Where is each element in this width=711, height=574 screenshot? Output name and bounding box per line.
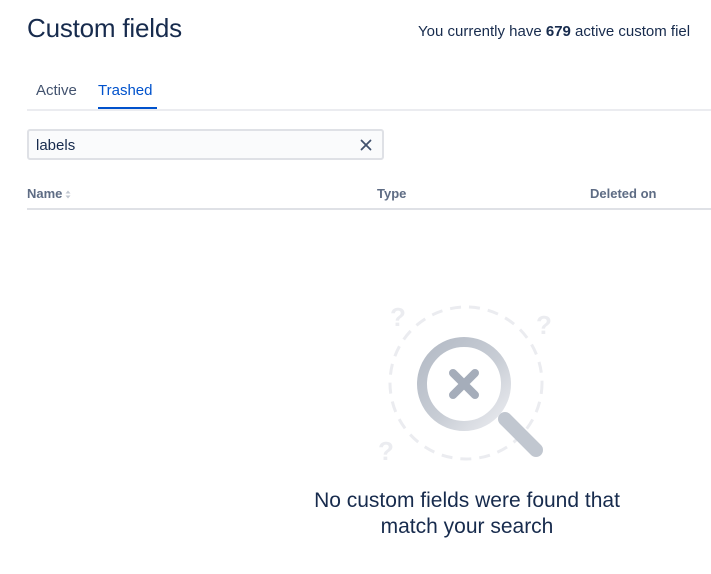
tab-active[interactable]: Active bbox=[36, 82, 77, 105]
empty-state-illustration: ? ? ? bbox=[376, 296, 556, 466]
column-header-name[interactable]: Name bbox=[27, 186, 71, 201]
clear-search-button[interactable] bbox=[358, 137, 374, 153]
column-header-deleted-on: Deleted on bbox=[590, 186, 657, 201]
table-header: Name Type Deleted on bbox=[27, 186, 711, 208]
svg-text:?: ? bbox=[390, 302, 406, 332]
column-header-name-label: Name bbox=[27, 186, 63, 201]
sort-icon bbox=[65, 190, 71, 199]
table-header-divider bbox=[27, 208, 711, 210]
active-field-count: 679 bbox=[545, 23, 571, 40]
page-title: Custom fields bbox=[27, 13, 182, 43]
column-header-type: Type bbox=[377, 186, 407, 201]
empty-state-message: No custom fields were found that match y… bbox=[267, 488, 667, 540]
search-field bbox=[27, 129, 384, 160]
close-icon bbox=[360, 139, 372, 151]
tab-trashed[interactable]: Trashed bbox=[98, 82, 152, 105]
empty-state-line-2: match your search bbox=[380, 515, 554, 538]
svg-text:?: ? bbox=[378, 436, 394, 466]
empty-state-line-1: No custom fields were found that bbox=[314, 489, 620, 512]
summary-suffix: active custom fiel bbox=[570, 23, 691, 40]
search-input[interactable] bbox=[36, 135, 346, 155]
svg-text:?: ? bbox=[536, 310, 552, 340]
summary-prefix: You currently have bbox=[418, 23, 546, 40]
tabs-divider bbox=[27, 109, 711, 111]
selected-tab-indicator bbox=[98, 107, 157, 109]
magnifier-x-icon: ? ? ? bbox=[378, 302, 552, 466]
custom-field-count-summary: You currently have 679 active custom fie… bbox=[418, 23, 690, 40]
tab-list: Active Trashed bbox=[27, 82, 711, 110]
